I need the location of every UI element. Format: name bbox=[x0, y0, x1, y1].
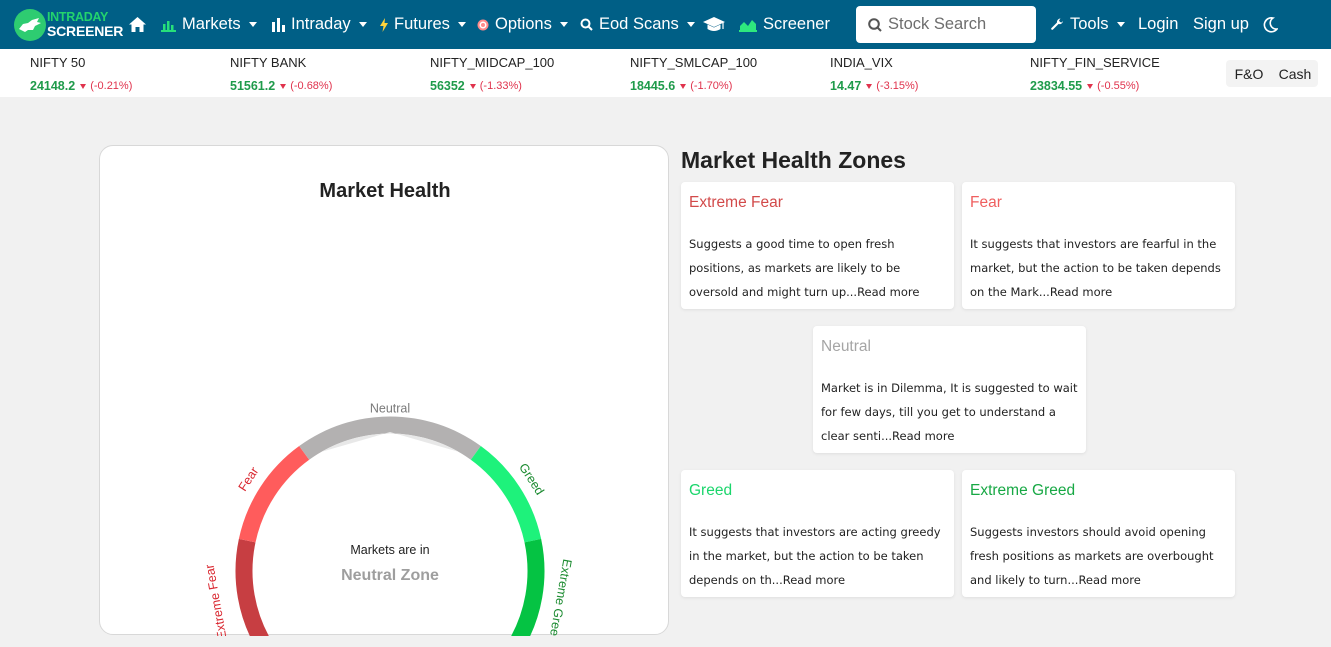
home-icon bbox=[129, 17, 146, 32]
bolt-icon bbox=[380, 17, 388, 32]
stock-search-box[interactable] bbox=[856, 6, 1036, 43]
ticker-change: (-3.15%) bbox=[876, 80, 919, 92]
current-zone-label: Neutral Zone bbox=[341, 567, 439, 584]
chevron-down-icon bbox=[358, 22, 367, 27]
down-arrow-icon bbox=[80, 83, 87, 89]
zone-card-desc: Suggests a good time to open fresh posit… bbox=[689, 237, 920, 299]
ticker-value: 24148.2 bbox=[30, 79, 76, 93]
login-link[interactable]: Login bbox=[1138, 0, 1178, 49]
gauge-label-neutral: Neutral bbox=[370, 401, 410, 415]
nav-intraday-label: Intraday bbox=[291, 15, 351, 33]
nav-screener[interactable]: Screener bbox=[739, 0, 830, 49]
chevron-down-icon bbox=[559, 22, 568, 27]
nav-options[interactable]: Options bbox=[477, 0, 568, 49]
zone-card-fear: Fear It suggests that investors are fear… bbox=[962, 182, 1235, 309]
zone-card-desc: Market is in Dilemma, It is suggested to… bbox=[821, 381, 1078, 443]
nav-futures[interactable]: Futures bbox=[380, 0, 466, 49]
stock-search-input[interactable] bbox=[888, 15, 1028, 34]
search-icon bbox=[580, 18, 593, 31]
zone-card-extreme-fear: Extreme Fear Suggests a good time to ope… bbox=[681, 182, 954, 309]
down-arrow-icon bbox=[680, 83, 687, 89]
segment-toggle: F&O Cash bbox=[1226, 60, 1318, 87]
zone-card-title: Extreme Fear bbox=[689, 194, 783, 211]
down-arrow-icon bbox=[469, 83, 476, 89]
market-health-card: Market Health Extreme Fear Fear Neutral Gre… bbox=[99, 145, 669, 636]
ticker-change: (-0.21%) bbox=[90, 80, 133, 92]
ticker-change: (-1.33%) bbox=[479, 80, 522, 92]
brand-line1: INTRADAY bbox=[47, 10, 109, 24]
nav-intraday[interactable]: Intraday bbox=[272, 0, 367, 49]
down-arrow-icon bbox=[866, 83, 873, 89]
zone-card-title: Extreme Greed bbox=[970, 482, 1076, 499]
zone-card-title: Greed bbox=[689, 482, 733, 499]
gauge-segment-neutral bbox=[299, 416, 481, 460]
theme-toggle[interactable] bbox=[1263, 0, 1278, 49]
nav-tools-label: Tools bbox=[1070, 15, 1109, 33]
chevron-down-icon bbox=[248, 22, 257, 27]
index-ticker: NIFTY 50 24148.2 (-0.21%) NIFTY BANK 5156… bbox=[0, 49, 1331, 97]
gauge-segment-fear bbox=[238, 446, 310, 543]
markets-in-label: Markets are in bbox=[350, 543, 430, 557]
brand-logo[interactable]: INTRADAY SCREENER bbox=[13, 8, 123, 42]
ticker-name: NIFTY_SMLCAP_100 bbox=[630, 55, 758, 70]
nav-markets-label: Markets bbox=[182, 15, 241, 33]
ticker-name: INDIA_VIX bbox=[830, 55, 893, 70]
nav-markets[interactable]: Markets bbox=[161, 0, 257, 49]
zone-card-neutral: Neutral Market is in Dilemma, It is sugg… bbox=[813, 326, 1086, 453]
ticker-name: NIFTY_MIDCAP_100 bbox=[430, 55, 555, 70]
zone-card-greed: Greed It suggests that investors are act… bbox=[681, 470, 954, 597]
wrench-icon bbox=[1051, 18, 1064, 31]
signup-link[interactable]: Sign up bbox=[1193, 0, 1249, 49]
bar-chart-icon bbox=[272, 17, 285, 32]
ticker-name: NIFTY 50 bbox=[30, 55, 86, 70]
zone-card-title: Neutral bbox=[821, 338, 871, 355]
zone-card-desc: It suggests that investors are fearful i… bbox=[970, 237, 1221, 299]
top-navbar: INTRADAY SCREENER Markets Intraday Futur… bbox=[0, 0, 1331, 49]
bull-logo-icon bbox=[14, 9, 46, 41]
gauge-label-fear: Fear bbox=[236, 465, 262, 494]
nav-futures-label: Futures bbox=[394, 15, 450, 33]
ticker-value: 51561.2 bbox=[230, 79, 276, 93]
graduation-cap-icon bbox=[703, 16, 725, 31]
ticker-value: 56352 bbox=[430, 79, 465, 93]
brand-line2: SCREENER bbox=[47, 23, 124, 39]
down-arrow-icon bbox=[1087, 83, 1094, 89]
nav-eod-scans[interactable]: Eod Scans bbox=[580, 0, 695, 49]
ticker-value: 18445.6 bbox=[630, 79, 676, 93]
area-chart-icon bbox=[739, 18, 757, 32]
nav-tools[interactable]: Tools bbox=[1051, 0, 1125, 49]
chevron-down-icon bbox=[457, 22, 466, 27]
chevron-down-icon bbox=[1116, 22, 1125, 27]
bar-chart-icon bbox=[161, 18, 176, 32]
moon-icon bbox=[1263, 16, 1278, 33]
ticker-name: NIFTY BANK bbox=[230, 55, 307, 70]
nav-learn[interactable] bbox=[703, 0, 725, 49]
fno-button[interactable]: F&O bbox=[1226, 60, 1272, 87]
cash-button[interactable]: Cash bbox=[1272, 60, 1318, 87]
chevron-down-icon bbox=[686, 22, 695, 27]
ticker-change: (-1.70%) bbox=[690, 80, 733, 92]
ticker-value: 23834.55 bbox=[1030, 79, 1083, 93]
zone-card-title: Fear bbox=[970, 194, 1002, 211]
zone-card-desc: Suggests investors should avoid opening … bbox=[970, 525, 1214, 587]
ticker-value: 14.47 bbox=[830, 79, 862, 93]
zone-card-desc: It suggests that investors are acting gr… bbox=[689, 525, 941, 587]
nav-screener-label: Screener bbox=[763, 15, 830, 33]
ticker-change: (-0.55%) bbox=[1097, 80, 1140, 92]
zones-heading: Market Health Zones bbox=[681, 147, 906, 173]
nav-home[interactable] bbox=[128, 0, 147, 49]
nav-eod-scans-label: Eod Scans bbox=[599, 15, 679, 33]
market-health-gauge: Extreme FearFearNeutralGreedExtreme Gree… bbox=[203, 401, 574, 636]
nav-options-label: Options bbox=[495, 15, 552, 33]
ticker-name: NIFTY_FIN_SERVICE bbox=[1030, 55, 1160, 70]
down-arrow-icon bbox=[280, 83, 287, 89]
zone-card-extreme-greed: Extreme Greed Suggests investors should … bbox=[962, 470, 1235, 597]
ticker-change: (-0.68%) bbox=[290, 80, 333, 92]
gauge-segment-greed bbox=[470, 446, 542, 543]
search-icon bbox=[868, 17, 882, 32]
target-icon bbox=[477, 19, 489, 31]
